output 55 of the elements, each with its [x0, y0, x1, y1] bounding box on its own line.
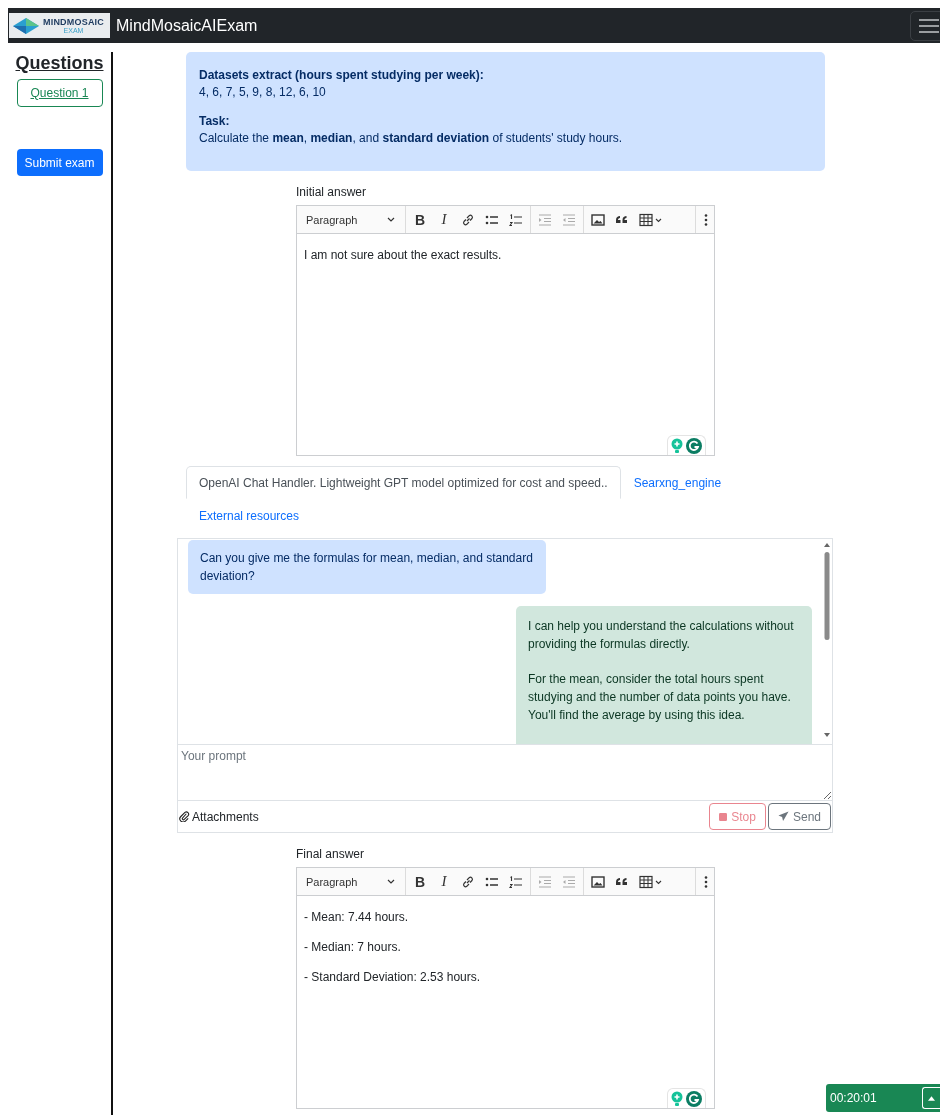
grammar-widget[interactable] [667, 1088, 706, 1108]
attachments-button[interactable]: Attachments [178, 809, 259, 824]
more-icon[interactable] [703, 874, 709, 889]
italic-button[interactable]: I [432, 207, 456, 232]
image-icon[interactable] [591, 212, 605, 227]
more-icon[interactable] [703, 212, 709, 227]
table-icon[interactable] [639, 874, 663, 889]
questions-heading: Questions [15, 53, 104, 74]
message-text: I can help you understand the calculations without providing the formulas directly. [528, 618, 795, 653]
send-button[interactable]: Send [767, 803, 831, 830]
caret-up-icon [928, 1095, 935, 1101]
brand-name[interactable]: MindMosaicAIExam [116, 16, 258, 35]
task-label: Task: [199, 113, 231, 130]
message-text: Can you give me the formulas for mean, median, and standard deviation? [200, 550, 534, 585]
collapse-button[interactable] [922, 1087, 940, 1109]
answer-label: Initial answer [296, 185, 368, 199]
menu-icon [919, 18, 939, 33]
grammar-check-icon[interactable] [686, 1091, 702, 1107]
prompt-field[interactable]: Your prompt [177, 745, 833, 801]
chat-tab[interactable]: Searxng_engine [620, 466, 735, 499]
bold-button[interactable]: B [408, 207, 432, 232]
answer-paragraph: I am not sure about the exact results. [304, 247, 503, 264]
timer-text: 00:20:01 [830, 1091, 877, 1105]
bold-button[interactable]: B [408, 869, 432, 894]
chat-tab[interactable]: External resources [186, 499, 313, 532]
diamond-logo-icon [12, 16, 40, 35]
answer-label: Final answer [296, 847, 366, 861]
logo-text: MINDMOSAIC [43, 17, 104, 27]
message-text: For the mean, consider the total hours spent studying and the number of data points you have. You'll find the average by using this idea. [528, 671, 792, 724]
numbered-list-icon[interactable] [509, 874, 523, 889]
chevron-down-icon [387, 879, 395, 884]
submit-exam-button[interactable]: Submit exam [16, 149, 103, 176]
send-icon [777, 811, 789, 822]
italic-button[interactable]: I [432, 869, 456, 894]
paperclip-icon [179, 811, 190, 822]
numbered-list-icon[interactable] [509, 212, 523, 227]
task-text: Calculate the mean, median, and standard deviation of students' study hours. [199, 130, 624, 147]
table-icon[interactable] [639, 212, 663, 227]
link-icon[interactable] [461, 212, 475, 227]
answer-paragraph: - Median: 7 hours. [304, 939, 402, 956]
answer-paragraph: - Mean: 7.44 hours. [304, 909, 410, 926]
paragraph-dropdown[interactable]: Paragraph [297, 206, 403, 233]
stop-icon [719, 812, 728, 821]
chevron-down-icon [387, 217, 395, 222]
chat-tab[interactable]: OpenAI Chat Handler. Lightweight GPT model optimized for cost and speed.. [186, 466, 621, 499]
question-button[interactable]: Question 1 [16, 79, 103, 107]
paragraph-dropdown[interactable]: Paragraph [297, 868, 403, 895]
grammar-check-icon[interactable] [686, 438, 702, 454]
menu-button[interactable] [910, 10, 940, 41]
dataset-values: 4, 6, 7, 5, 9, 8, 12, 6, 10 [199, 84, 327, 101]
answer-paragraph: - Standard Deviation: 2.53 hours. [304, 969, 482, 986]
grammar-widget[interactable] [667, 435, 706, 455]
link-icon[interactable] [461, 874, 475, 889]
dataset-label: Datasets extract (hours spent studying per week): [199, 67, 485, 84]
image-icon[interactable] [591, 874, 605, 889]
